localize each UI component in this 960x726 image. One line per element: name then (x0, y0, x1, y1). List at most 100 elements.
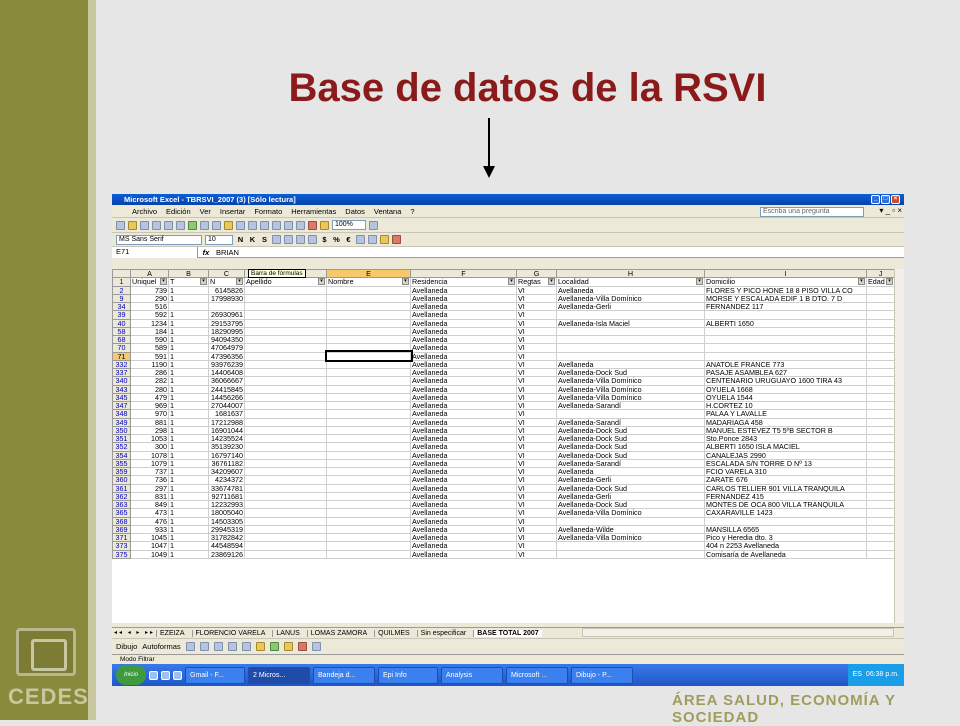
cell[interactable] (244, 475, 327, 485)
table-row[interactable]: 359 737 1 34209607 Avellaneda VI Avellaneda FCI… (112, 466, 895, 477)
cell[interactable]: Avellaneda (410, 343, 517, 353)
cell[interactable] (326, 334, 411, 345)
cell[interactable] (244, 549, 327, 559)
cell[interactable]: OYUELA 1544 (704, 392, 867, 403)
cell[interactable]: 969 (130, 400, 169, 411)
cell[interactable]: 4234372 (208, 475, 245, 485)
cell[interactable]: 1 (168, 351, 209, 361)
cell[interactable]: 589 (130, 343, 169, 353)
row-number[interactable]: 332 (112, 359, 131, 370)
cell[interactable] (244, 359, 327, 370)
sort-asc-icon[interactable] (284, 220, 293, 230)
filter-header-cell[interactable]: Residencia ▾ (410, 277, 517, 287)
cell[interactable]: 1 (168, 499, 209, 510)
cell[interactable]: 404 n 2253 Avellaneda (704, 541, 867, 551)
cell[interactable] (244, 433, 327, 444)
cell[interactable]: 1 (168, 310, 209, 320)
cell[interactable] (244, 425, 327, 436)
filter-header-cell[interactable]: Uniquel ▾ (130, 277, 169, 287)
cell[interactable]: Avellaneda (556, 466, 705, 477)
cell[interactable]: Avellaneda-Dock Sud (556, 367, 705, 378)
align-center-icon[interactable] (284, 235, 293, 244)
row-number[interactable]: 369 (112, 524, 131, 535)
tab-base-total-2007[interactable]: BASE TOTAL 2007 (473, 629, 542, 637)
font-select[interactable]: MS Sans Serif (116, 234, 202, 245)
cell[interactable] (704, 334, 867, 345)
cell[interactable] (244, 516, 327, 526)
bold-icon[interactable]: N (236, 235, 245, 244)
cell[interactable]: 1 (168, 516, 209, 526)
close-icon[interactable]: × (891, 195, 900, 204)
cell[interactable] (244, 499, 327, 510)
filter-dropdown-icon[interactable]: ▾ (200, 278, 207, 285)
cell[interactable]: 1 (168, 466, 209, 477)
table-row[interactable]: 373 1047 1 44548594 Avellaneda VI 404 n 2253 A… (112, 541, 895, 551)
cell[interactable] (866, 442, 895, 452)
arrow-icon[interactable] (199, 641, 209, 651)
cell[interactable] (244, 343, 327, 353)
cell[interactable] (866, 285, 895, 295)
cell[interactable] (556, 541, 705, 551)
filter-header-cell[interactable]: Domicilio ▾ (704, 277, 867, 287)
cell[interactable]: Avellaneda (410, 334, 517, 345)
cell[interactable]: CARLOS TELLIER 901 VILLA TRANQUILA (704, 483, 867, 493)
cell[interactable]: Avellaneda (410, 384, 517, 394)
cell[interactable]: PALAA Y LAVALLE (704, 409, 867, 419)
cell[interactable]: 14456266 (208, 392, 245, 403)
cell[interactable] (866, 310, 895, 320)
cell[interactable] (326, 409, 411, 419)
filter-dropdown-icon[interactable]: ▾ (886, 278, 893, 285)
cell[interactable]: VI (516, 541, 557, 551)
cell[interactable] (244, 409, 327, 419)
cell[interactable] (326, 433, 411, 444)
cell[interactable]: VI (516, 326, 557, 337)
new-icon[interactable] (116, 220, 125, 230)
cell[interactable]: 1 (168, 400, 209, 411)
row-number[interactable]: 361 (112, 483, 131, 493)
cell[interactable]: VI (516, 310, 557, 320)
filter-header-cell[interactable]: Localidad ▾ (556, 277, 705, 287)
task-powerpoint[interactable]: Dibujo - P... (571, 666, 633, 684)
cell[interactable] (244, 491, 327, 502)
minimize-icon[interactable]: _ (871, 195, 880, 204)
drawing-icon[interactable] (320, 220, 329, 230)
cell[interactable]: 1078 (130, 450, 169, 460)
cell[interactable]: VI (516, 458, 557, 469)
cell[interactable] (326, 483, 411, 493)
cell[interactable]: 1 (168, 483, 209, 493)
sort-desc-icon[interactable] (296, 220, 305, 230)
table-row[interactable]: 332 1190 1 93976239 Avellaneda VI Avellaneda AN… (112, 359, 895, 370)
window-controls-icon[interactable]: ▾ _ ▫ × (879, 206, 902, 215)
cell[interactable]: 31782842 (208, 532, 245, 543)
row-number[interactable]: 363 (112, 499, 131, 510)
cell[interactable]: 1 (168, 425, 209, 436)
tab-nav-icon[interactable]: ◂◂ ◂ ▸ ▸▸ (114, 629, 155, 636)
cell[interactable]: MANSILLA 6565 (704, 524, 867, 535)
table-row[interactable]: 363 849 1 12232993 Avellaneda VI Avellaneda-Do… (112, 499, 895, 510)
cell[interactable] (326, 442, 411, 452)
cell[interactable]: 17212988 (208, 417, 245, 427)
tab-ezeiza[interactable]: EZEIZA (156, 629, 188, 637)
cell[interactable] (326, 532, 411, 543)
cell[interactable] (326, 541, 411, 551)
cell[interactable]: CENTENARIO URUGUAYO 1600 TIRA 43 (704, 376, 867, 386)
cell[interactable]: Avellaneda (410, 359, 517, 370)
cell[interactable]: Avellaneda-Gerli (556, 475, 705, 485)
preview-icon[interactable] (176, 220, 185, 230)
cell[interactable]: VI (516, 549, 557, 559)
cell[interactable]: Avellaneda (410, 400, 517, 411)
row-number[interactable]: 365 (112, 508, 131, 518)
cell[interactable]: MORSE Y ESCALADA EDIF 1 B DTO. 7 D (704, 293, 867, 304)
cell[interactable]: Avellaneda (410, 417, 517, 427)
row-number[interactable]: 371 (112, 532, 131, 543)
help-search-input[interactable]: Escriba una pregunta (760, 207, 864, 217)
autoshapes-menu[interactable]: Autoformas (142, 642, 180, 651)
filter-header-cell[interactable]: Edad ▾ (866, 277, 895, 287)
table-row[interactable]: 337 286 1 14406408 Avellaneda VI Avellaneda-Do… (112, 367, 895, 378)
cell[interactable] (866, 318, 895, 328)
cell[interactable] (866, 409, 895, 419)
cell[interactable]: Avellaneda (410, 450, 517, 460)
cell[interactable] (244, 285, 327, 295)
table-row[interactable]: 349 881 1 17212988 Avellaneda VI Avellaneda-Sa… (112, 417, 895, 427)
row-number[interactable]: 71 (112, 351, 131, 361)
